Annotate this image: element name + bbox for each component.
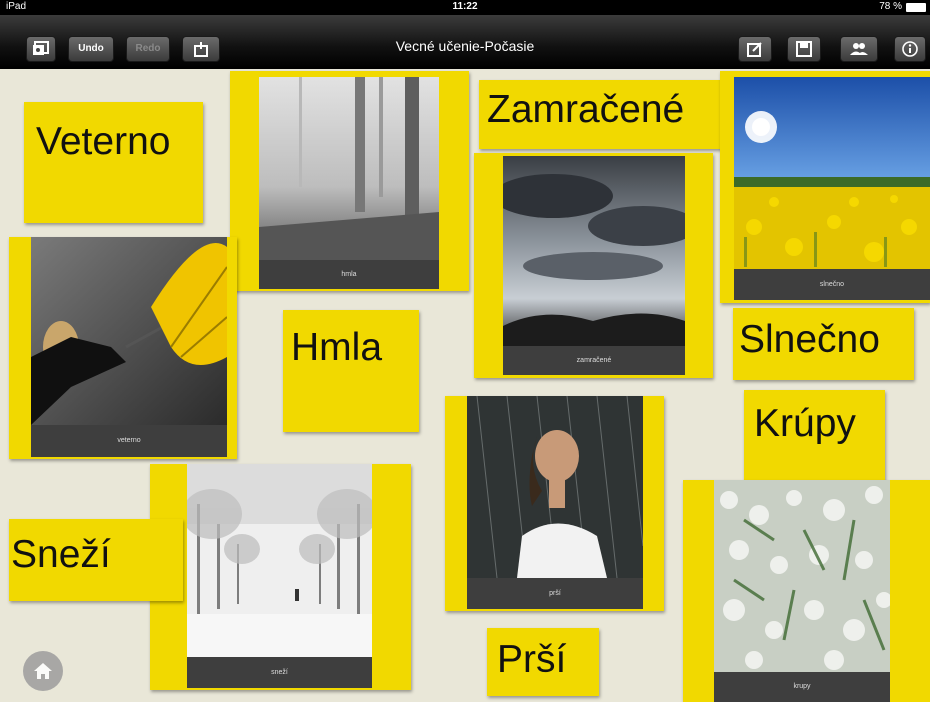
- users-button[interactable]: [840, 36, 878, 62]
- battery-icon: [906, 3, 926, 12]
- word-card-text: Veterno: [36, 120, 171, 163]
- word-card-hmla[interactable]: Hmla: [283, 310, 419, 432]
- clock: 11:22: [452, 1, 478, 12]
- picture-card-zamracene[interactable]: zamračené: [474, 153, 713, 378]
- word-card-zamracene[interactable]: Zamračené: [479, 80, 725, 149]
- word-card-text: Sneží: [11, 533, 111, 576]
- photo-fog: [259, 77, 439, 260]
- info-button[interactable]: [894, 36, 926, 62]
- photo-clouds: [503, 156, 685, 346]
- word-card-text: Slnečno: [739, 318, 880, 361]
- word-card-slnecno[interactable]: Slnečno: [733, 308, 914, 380]
- word-card-krupy[interactable]: Krúpy: [744, 390, 885, 494]
- caption-slnecno: slnečno: [734, 269, 930, 300]
- picture-card-snezi[interactable]: sneží: [150, 464, 411, 690]
- caption-veterno: veterno: [31, 425, 227, 457]
- caption-snezi: sneží: [187, 657, 372, 688]
- word-card-text: Zamračené: [487, 88, 685, 131]
- photo-snowy-alley: [187, 464, 372, 657]
- picture-card-hmla[interactable]: hmla: [230, 71, 469, 291]
- word-card-prsi[interactable]: Prší: [487, 628, 599, 696]
- battery-percent: 78 %: [879, 1, 902, 12]
- word-card-snezi[interactable]: Sneží: [9, 519, 183, 601]
- edit-icon: [747, 42, 762, 57]
- caption-prsi: prší: [467, 578, 643, 609]
- users-icon: [850, 43, 868, 55]
- edit-button[interactable]: [738, 36, 772, 62]
- picture-card-veterno[interactable]: veterno: [9, 237, 237, 459]
- picture-card-krupy[interactable]: krupy: [683, 480, 930, 702]
- photo-windy-umbrella: [31, 237, 227, 425]
- word-card-text: Hmla: [291, 326, 383, 369]
- home-icon: [34, 663, 52, 679]
- photo-rain: [467, 396, 643, 578]
- word-card-text: Prší: [497, 638, 567, 681]
- photo-hail: [714, 480, 890, 672]
- photo-sunny-meadow: [734, 77, 930, 269]
- word-card-text: Krúpy: [754, 402, 856, 445]
- word-card-veterno[interactable]: Veterno: [24, 102, 203, 223]
- picture-card-prsi[interactable]: prší: [445, 396, 664, 611]
- caption-hmla: hmla: [259, 260, 439, 289]
- picture-card-slnecno[interactable]: slnečno: [720, 71, 930, 303]
- info-icon: [902, 41, 918, 57]
- status-bar: iPad 11:22 78 %: [0, 0, 930, 15]
- save-icon: [796, 41, 812, 57]
- home-button[interactable]: [23, 651, 63, 691]
- save-button[interactable]: [787, 36, 821, 62]
- caption-krupy: krupy: [714, 672, 890, 702]
- caption-zamracene: zamračené: [503, 346, 685, 375]
- toolbar: Undo Redo Vecné učenie-Počasie: [0, 15, 930, 69]
